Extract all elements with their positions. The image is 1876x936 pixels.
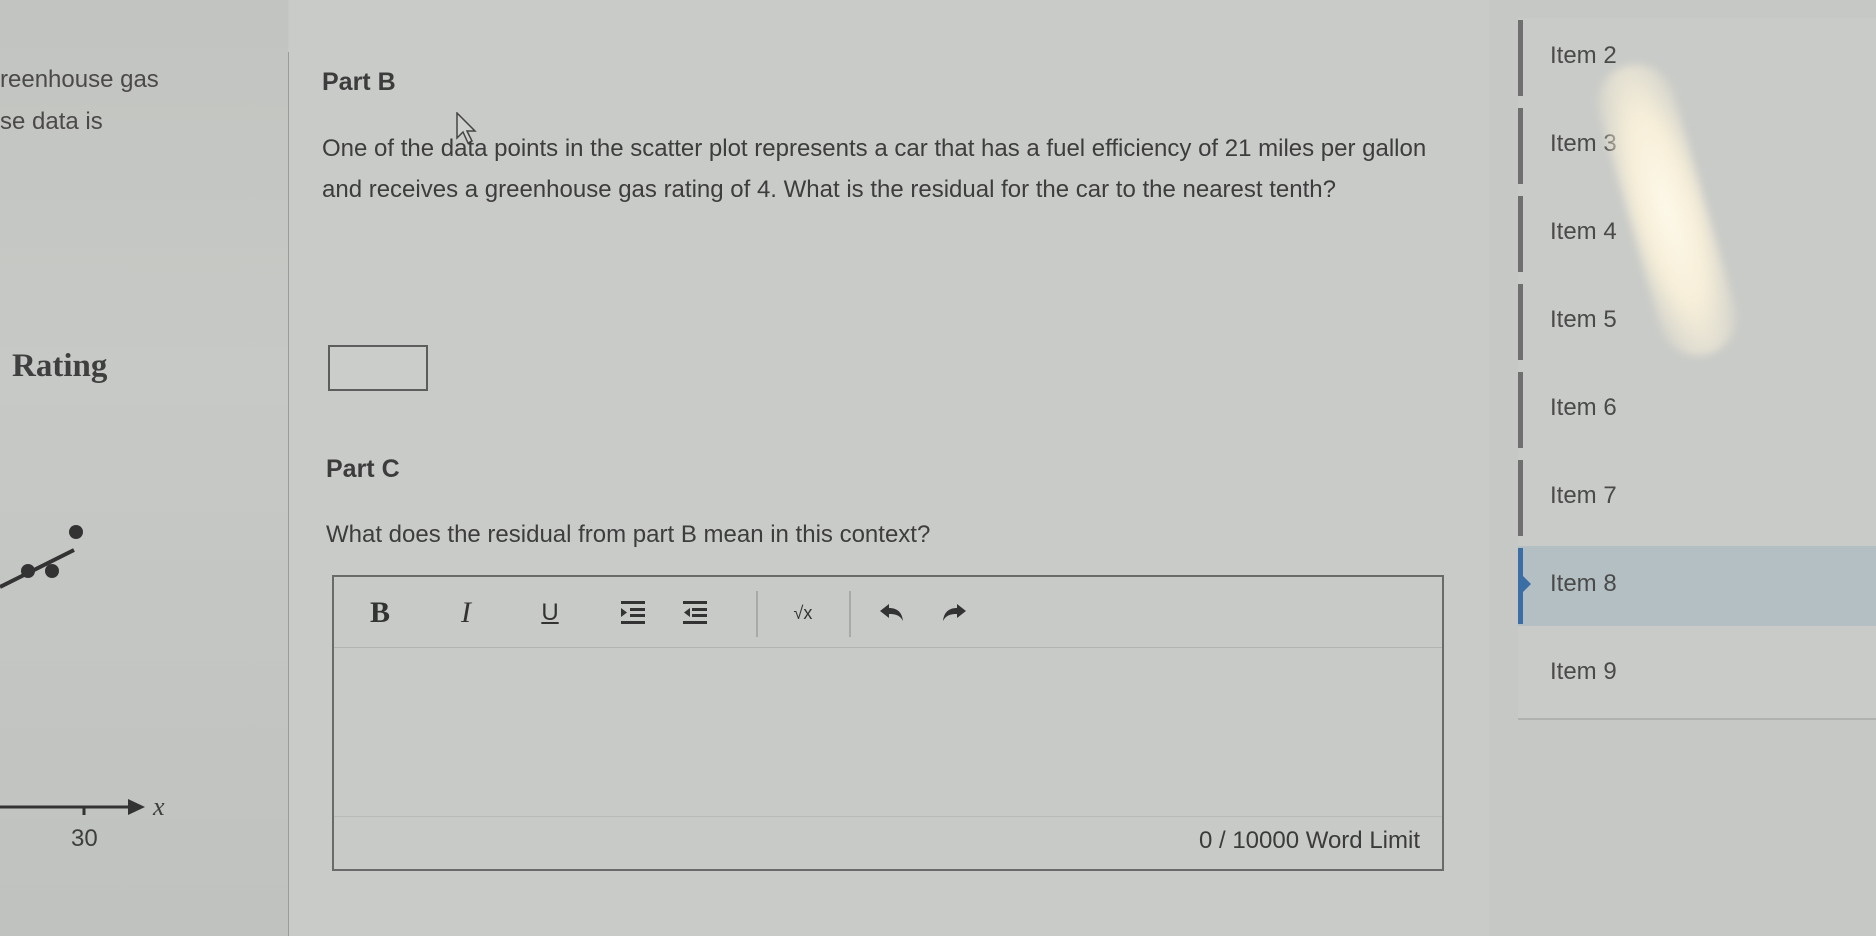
response-editor: B I U √x 0 / 10000 Word Limit (332, 575, 1444, 871)
toolbar-separator (756, 591, 758, 637)
nav-item-label: Item 6 (1550, 394, 1617, 421)
nav-status-bar (1518, 196, 1523, 272)
word-count: 0 / 10000 Word Limit (1198, 827, 1420, 854)
underline-button[interactable]: U (530, 593, 570, 633)
scatter-plot (0, 525, 145, 815)
nav-item-label: Item 4 (1550, 218, 1617, 245)
nav-status-bar (1518, 460, 1523, 536)
italic-button[interactable]: I (446, 593, 486, 633)
nav-item-5[interactable]: Item 5 (1518, 282, 1876, 362)
stimulus-panel: reenhouse gas se data is Rating x 30 (0, 0, 288, 936)
nav-item-9[interactable]: Item 9 (1518, 634, 1876, 714)
scatter-plot-title: Rating (12, 348, 108, 384)
nav-item-4[interactable]: Item 4 (1518, 194, 1876, 274)
part-b-question: One of the data points in the scatter pl… (322, 135, 1427, 203)
bold-button[interactable]: B (360, 593, 400, 633)
stimulus-text-line-2: se data is (0, 108, 103, 135)
toolbar-separator (849, 591, 851, 637)
nav-item-label: Item 5 (1550, 306, 1617, 333)
data-point (69, 525, 83, 539)
editor-text-area[interactable] (334, 648, 1442, 817)
outdent-icon (683, 601, 707, 624)
redo-icon (943, 604, 966, 621)
x-axis-arrow-icon (128, 799, 145, 815)
part-b-title: Part B (322, 68, 396, 96)
stimulus-text-line-1: reenhouse gas (0, 66, 159, 93)
nav-item-label: Item 9 (1550, 658, 1617, 685)
nav-item-2[interactable]: Item 2 (1518, 18, 1876, 98)
nav-item-6[interactable]: Item 6 (1518, 370, 1876, 450)
data-point (21, 564, 35, 578)
nav-status-bar (1518, 108, 1523, 184)
nav-item-label: Item 7 (1550, 482, 1617, 509)
item-navigation: Item 2 Item 3 Item 4 Item 5 Item 6 Item … (1518, 18, 1876, 720)
nav-item-label: Item 2 (1550, 42, 1617, 69)
outdent-button[interactable] (675, 593, 715, 633)
x-tick-label: 30 (71, 825, 98, 852)
redo-button[interactable] (934, 593, 974, 633)
editor-toolbar: B I U √x (334, 577, 1442, 648)
indent-icon (621, 601, 645, 624)
part-c-question: What does the residual from part B mean … (326, 521, 931, 548)
nav-status-bar (1518, 372, 1523, 448)
part-b-answer-input[interactable] (328, 345, 428, 391)
data-point (45, 564, 59, 578)
nav-item-8[interactable]: Item 8 (1518, 546, 1876, 626)
nav-item-7[interactable]: Item 7 (1518, 458, 1876, 538)
nav-item-3[interactable]: Item 3 (1518, 106, 1876, 186)
part-c-title: Part C (326, 455, 400, 483)
nav-item-label: Item 8 (1550, 570, 1617, 597)
nav-status-bar (1518, 284, 1523, 360)
undo-icon (880, 604, 903, 621)
undo-button[interactable] (872, 593, 912, 633)
nav-item-label: Item 3 (1550, 130, 1617, 157)
regression-line (0, 548, 75, 589)
current-item-arrow-icon (1522, 575, 1531, 593)
editor-footer: 0 / 10000 Word Limit (334, 816, 1442, 869)
indent-button[interactable] (613, 593, 653, 633)
math-button[interactable]: √x (783, 593, 823, 633)
x-axis-label: x (153, 792, 165, 821)
nav-status-bar (1518, 20, 1523, 96)
